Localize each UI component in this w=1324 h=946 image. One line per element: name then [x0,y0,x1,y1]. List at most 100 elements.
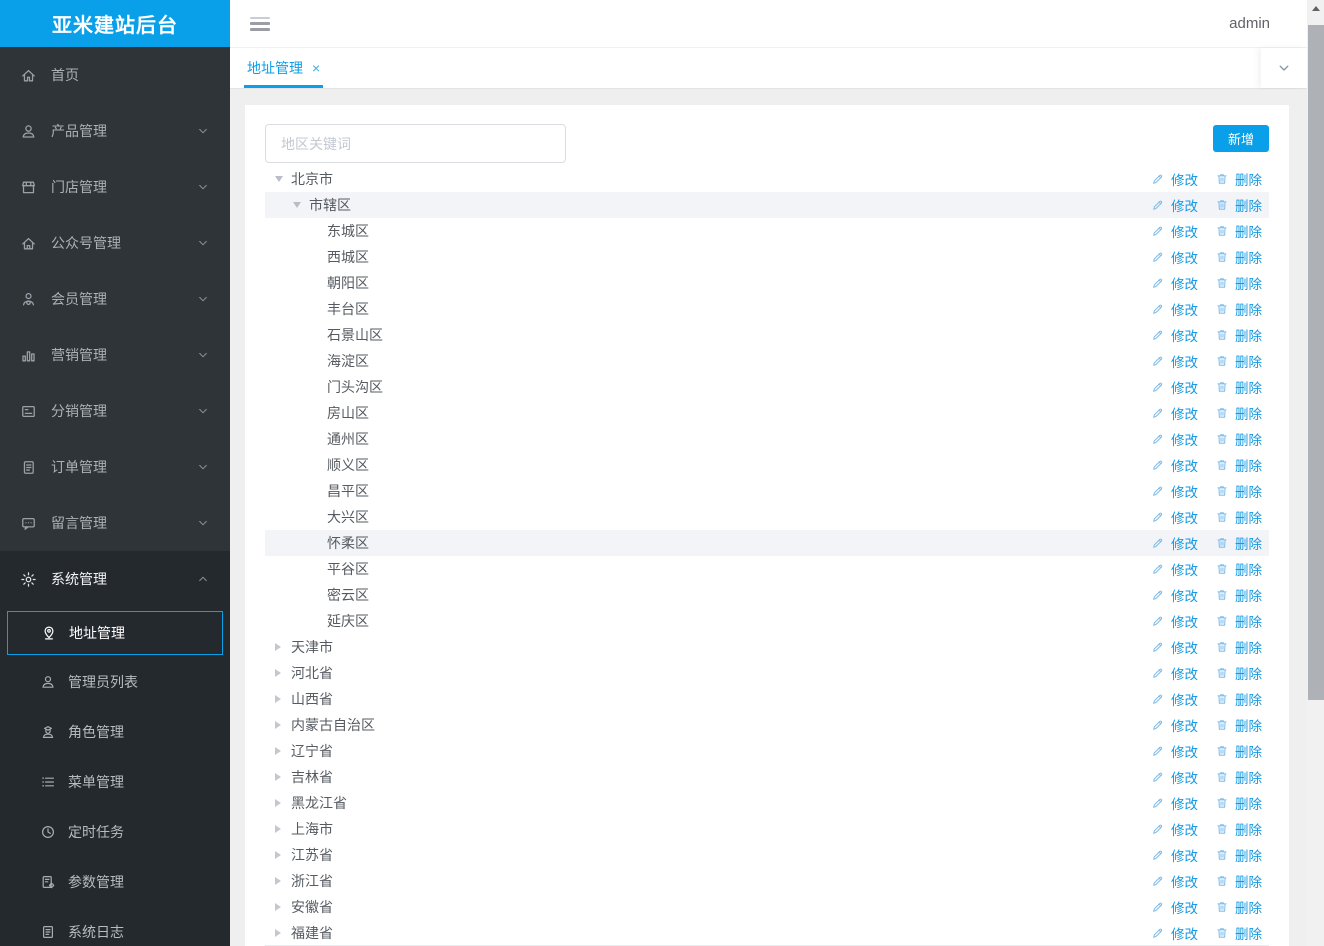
caret-right-icon[interactable] [275,877,289,885]
delete-link[interactable]: 删除 [1215,481,1262,501]
sidebar-subitem-clock[interactable]: 定时任务 [0,807,230,857]
delete-link[interactable]: 删除 [1215,715,1262,735]
caret-right-icon[interactable] [275,825,289,833]
sidebar-subitem-menu[interactable]: 菜单管理 [0,757,230,807]
edit-link[interactable]: 修改 [1151,481,1198,501]
edit-link[interactable]: 修改 [1151,195,1198,215]
delete-link[interactable]: 删除 [1215,299,1262,319]
tree-row[interactable]: 天津市 修改 删除 [265,634,1269,660]
sidebar-subitem-param[interactable]: 参数管理 [0,857,230,907]
edit-link[interactable]: 修改 [1151,715,1198,735]
caret-down-icon[interactable] [275,176,289,182]
delete-link[interactable]: 删除 [1215,455,1262,475]
edit-link[interactable]: 修改 [1151,923,1198,943]
user-menu[interactable]: admin [1229,15,1270,32]
edit-link[interactable]: 修改 [1151,689,1198,709]
tree-row[interactable]: 山西省 修改 删除 [265,686,1269,712]
delete-link[interactable]: 删除 [1215,871,1262,891]
sidebar-subitem-log[interactable]: 系统日志 [0,907,230,946]
edit-link[interactable]: 修改 [1151,299,1198,319]
scroll-up-arrow-icon[interactable] [1307,0,1324,17]
edit-link[interactable]: 修改 [1151,325,1198,345]
delete-link[interactable]: 删除 [1215,897,1262,917]
edit-link[interactable]: 修改 [1151,429,1198,449]
edit-link[interactable]: 修改 [1151,377,1198,397]
delete-link[interactable]: 删除 [1215,507,1262,527]
delete-link[interactable]: 删除 [1215,819,1262,839]
delete-link[interactable]: 删除 [1215,767,1262,787]
delete-link[interactable]: 删除 [1215,923,1262,943]
sidebar-item-home[interactable]: 首页 [0,47,230,103]
sidebar-item-message[interactable]: 留言管理 [0,495,230,551]
edit-link[interactable]: 修改 [1151,845,1198,865]
edit-link[interactable]: 修改 [1151,507,1198,527]
caret-right-icon[interactable] [275,773,289,781]
delete-link[interactable]: 删除 [1215,377,1262,397]
edit-link[interactable]: 修改 [1151,247,1198,267]
tree-row[interactable]: 河北省 修改 删除 [265,660,1269,686]
tab-list-dropdown[interactable] [1261,48,1307,88]
edit-link[interactable]: 修改 [1151,741,1198,761]
caret-right-icon[interactable] [275,851,289,859]
caret-right-icon[interactable] [275,799,289,807]
tree-row[interactable]: 西城区 修改 删除 [265,244,1269,270]
tree-row[interactable]: 石景山区 修改 删除 [265,322,1269,348]
sidebar-item-shop[interactable]: 门店管理 [0,159,230,215]
caret-right-icon[interactable] [275,695,289,703]
edit-link[interactable]: 修改 [1151,897,1198,917]
edit-link[interactable]: 修改 [1151,819,1198,839]
scrollbar-thumb[interactable] [1308,25,1324,700]
delete-link[interactable]: 删除 [1215,169,1262,189]
tree-row[interactable]: 门头沟区 修改 删除 [265,374,1269,400]
tree-row[interactable]: 房山区 修改 删除 [265,400,1269,426]
edit-link[interactable]: 修改 [1151,533,1198,553]
tree-row[interactable]: 海淀区 修改 删除 [265,348,1269,374]
sidebar-item-member[interactable]: 会员管理 [0,271,230,327]
tree-row[interactable]: 内蒙古自治区 修改 删除 [265,712,1269,738]
search-input[interactable] [265,124,566,163]
sidebar-item-chart[interactable]: 营销管理 [0,327,230,383]
delete-link[interactable]: 删除 [1215,585,1262,605]
delete-link[interactable]: 删除 [1215,741,1262,761]
caret-right-icon[interactable] [275,643,289,651]
edit-link[interactable]: 修改 [1151,403,1198,423]
tree-row[interactable]: 黑龙江省 修改 删除 [265,790,1269,816]
sidebar-item-user[interactable]: 产品管理 [0,103,230,159]
tree-row[interactable]: 辽宁省 修改 删除 [265,738,1269,764]
tree-row[interactable]: 丰台区 修改 删除 [265,296,1269,322]
sidebar-subitem-user[interactable]: 管理员列表 [0,657,230,707]
edit-link[interactable]: 修改 [1151,169,1198,189]
tree-row[interactable]: 大兴区 修改 删除 [265,504,1269,530]
caret-right-icon[interactable] [275,747,289,755]
tree-row[interactable]: 吉林省 修改 删除 [265,764,1269,790]
tree-row[interactable]: 怀柔区 修改 删除 [265,530,1269,556]
caret-down-icon[interactable] [293,202,307,208]
sidebar-item-card[interactable]: 分销管理 [0,383,230,439]
delete-link[interactable]: 删除 [1215,325,1262,345]
edit-link[interactable]: 修改 [1151,221,1198,241]
sidebar-subitem-pin[interactable]: 地址管理 [7,611,223,655]
delete-link[interactable]: 删除 [1215,559,1262,579]
delete-link[interactable]: 删除 [1215,351,1262,371]
edit-link[interactable]: 修改 [1151,273,1198,293]
add-button[interactable]: 新增 [1213,125,1269,152]
page-scrollbar[interactable] [1307,0,1324,946]
delete-link[interactable]: 删除 [1215,195,1262,215]
edit-link[interactable]: 修改 [1151,871,1198,891]
delete-link[interactable]: 删除 [1215,663,1262,683]
sidebar-item-house[interactable]: 公众号管理 [0,215,230,271]
close-icon[interactable]: × [312,60,320,76]
delete-link[interactable]: 删除 [1215,221,1262,241]
tree-row[interactable]: 顺义区 修改 删除 [265,452,1269,478]
tree-row[interactable]: 福建省 修改 删除 [265,920,1269,946]
edit-link[interactable]: 修改 [1151,663,1198,683]
tree-row[interactable]: 江苏省 修改 删除 [265,842,1269,868]
tree-row[interactable]: 浙江省 修改 删除 [265,868,1269,894]
delete-link[interactable]: 删除 [1215,845,1262,865]
tab-address-management[interactable]: 地址管理 × [244,48,324,88]
delete-link[interactable]: 删除 [1215,793,1262,813]
delete-link[interactable]: 删除 [1215,533,1262,553]
tree-row[interactable]: 市辖区 修改 删除 [265,192,1269,218]
tree-row[interactable]: 安徽省 修改 删除 [265,894,1269,920]
tree-row[interactable]: 通州区 修改 删除 [265,426,1269,452]
